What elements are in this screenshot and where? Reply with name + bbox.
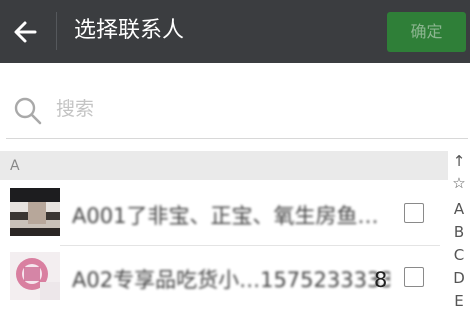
search-underline: [6, 138, 468, 139]
confirm-button[interactable]: 确定: [387, 12, 466, 52]
index-item-star[interactable]: ☆: [448, 173, 470, 193]
search-bar: [0, 63, 470, 151]
contact-name: A001了非宝、正宝、氧生房鱼…: [72, 204, 379, 228]
index-item-d[interactable]: D: [448, 268, 470, 288]
alphabet-index-bar: ↑ ☆ A B C D E: [448, 151, 470, 315]
title-bar: 选择联系人 确定: [0, 0, 470, 63]
header-divider: [56, 12, 57, 50]
back-button[interactable]: [8, 14, 44, 50]
avatar-image: [10, 188, 60, 236]
section-header: A: [0, 151, 448, 180]
contact-checkbox[interactable]: [404, 267, 424, 287]
contact-row[interactable]: A02专享品吃货小…1575233333 8: [0, 247, 448, 311]
contact-checkbox[interactable]: [404, 203, 424, 223]
avatar: [10, 252, 60, 300]
index-item-top[interactable]: ↑: [448, 151, 470, 171]
row-divider: [60, 245, 440, 246]
index-item-c[interactable]: C: [448, 245, 470, 265]
contact-row[interactable]: A001了非宝、正宝、氧生房鱼…: [0, 183, 448, 247]
index-item-a[interactable]: A: [448, 199, 470, 219]
index-item-e[interactable]: E: [448, 291, 470, 311]
contact-name-tail: 8: [374, 268, 388, 292]
contact-name: A02专享品吃货小…1575233333: [72, 268, 390, 292]
avatar-image: [10, 252, 60, 300]
index-item-b[interactable]: B: [448, 222, 470, 242]
arrow-left-icon: [14, 21, 37, 43]
search-icon: [14, 97, 42, 125]
avatar: [10, 188, 60, 236]
section-label: A: [10, 158, 20, 174]
search-input[interactable]: [56, 93, 436, 125]
page-title: 选择联系人: [74, 18, 185, 43]
